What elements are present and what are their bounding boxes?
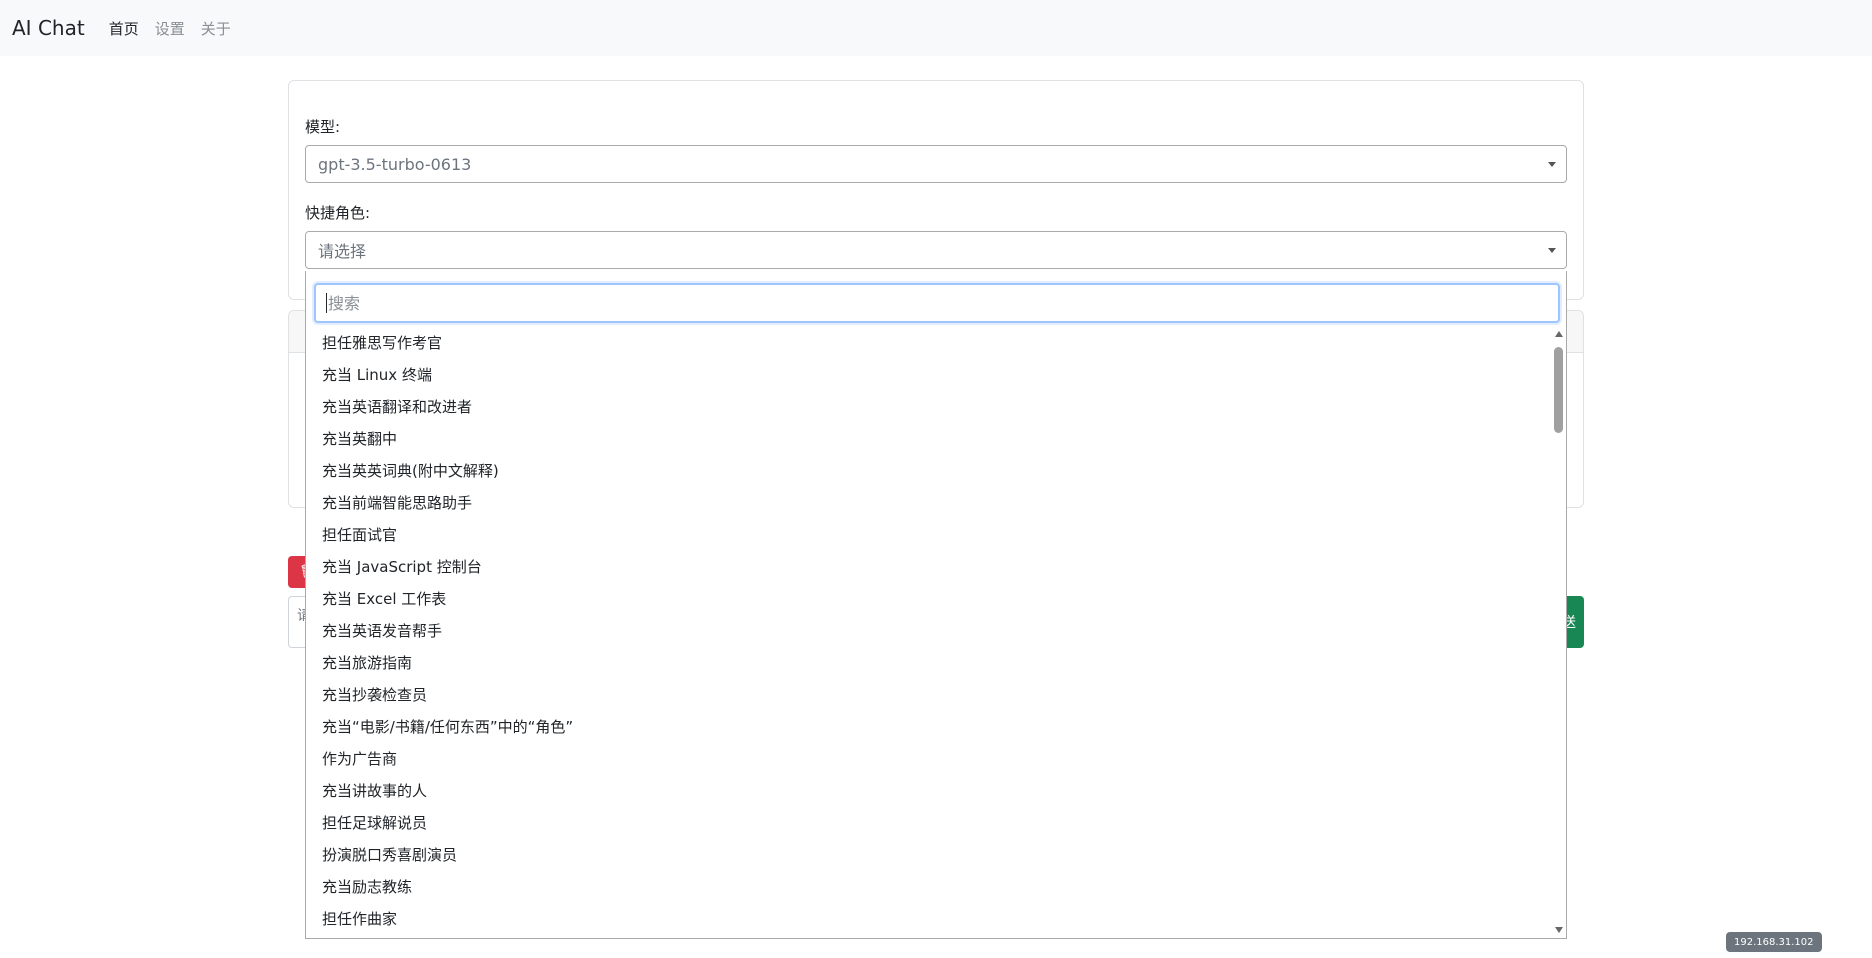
role-select[interactable]: 请选择 — [305, 231, 1567, 269]
scroll-down-icon[interactable] — [1555, 927, 1563, 933]
brand-logo[interactable]: AI Chat — [12, 16, 85, 40]
option-item[interactable]: 充当英翻中 — [306, 423, 1551, 455]
option-item[interactable]: 担任雅思写作考官 — [306, 327, 1551, 359]
option-item[interactable]: 担任作曲家 — [306, 903, 1551, 935]
text-cursor — [326, 293, 327, 313]
option-item[interactable]: 充当 Linux 终端 — [306, 359, 1551, 391]
model-label: 模型: — [305, 118, 341, 136]
option-item[interactable]: 充当“电影/书籍/任何东西”中的“角色” — [306, 711, 1551, 743]
chevron-down-icon — [1548, 162, 1556, 167]
option-list: 担任雅思写作考官 充当 Linux 终端 充当英语翻译和改进者 充当英翻中 充当… — [306, 327, 1551, 935]
option-item[interactable]: 充当英语翻译和改进者 — [306, 391, 1551, 423]
option-item[interactable]: 作为广告商 — [306, 743, 1551, 775]
option-item[interactable]: 充当英语发音帮手 — [306, 615, 1551, 647]
navbar: AI Chat 首页 设置 关于 — [0, 0, 1872, 56]
option-item[interactable]: 担任面试官 — [306, 519, 1551, 551]
dropdown-scrollbar[interactable] — [1552, 327, 1566, 935]
option-item[interactable]: 充当 Excel 工作表 — [306, 583, 1551, 615]
scroll-thumb[interactable] — [1554, 347, 1563, 433]
config-card: 模型: gpt-3.5-turbo-0613 快捷角色: 请选择 — [288, 80, 1584, 300]
nav-about[interactable]: 关于 — [201, 18, 231, 39]
model-select[interactable]: gpt-3.5-turbo-0613 — [305, 145, 1567, 183]
dropdown-search[interactable] — [314, 283, 1560, 323]
option-item[interactable]: 充当讲故事的人 — [306, 775, 1551, 807]
model-select-value: gpt-3.5-turbo-0613 — [318, 154, 472, 174]
option-item[interactable]: 充当励志教练 — [306, 871, 1551, 903]
chevron-down-icon — [1548, 248, 1556, 253]
ip-address-badge: 192.168.31.102 — [1726, 932, 1822, 952]
option-item[interactable]: 充当抄袭检查员 — [306, 679, 1551, 711]
nav-settings[interactable]: 设置 — [155, 18, 185, 39]
role-dropdown: 担任雅思写作考官 充当 Linux 终端 充当英语翻译和改进者 充当英翻中 充当… — [305, 271, 1567, 939]
option-item[interactable]: 充当 JavaScript 控制台 — [306, 551, 1551, 583]
nav-home[interactable]: 首页 — [109, 18, 139, 39]
option-item[interactable]: 充当旅游指南 — [306, 647, 1551, 679]
option-item[interactable]: 扮演脱口秀喜剧演员 — [306, 839, 1551, 871]
role-select-placeholder: 请选择 — [318, 242, 367, 261]
role-label: 快捷角色: — [305, 204, 371, 222]
option-item[interactable]: 充当前端智能思路助手 — [306, 487, 1551, 519]
option-item[interactable]: 充当英英词典(附中文解释) — [306, 455, 1551, 487]
scroll-up-icon[interactable] — [1555, 331, 1563, 337]
option-item[interactable]: 担任足球解说员 — [306, 807, 1551, 839]
search-input[interactable] — [328, 293, 1528, 313]
